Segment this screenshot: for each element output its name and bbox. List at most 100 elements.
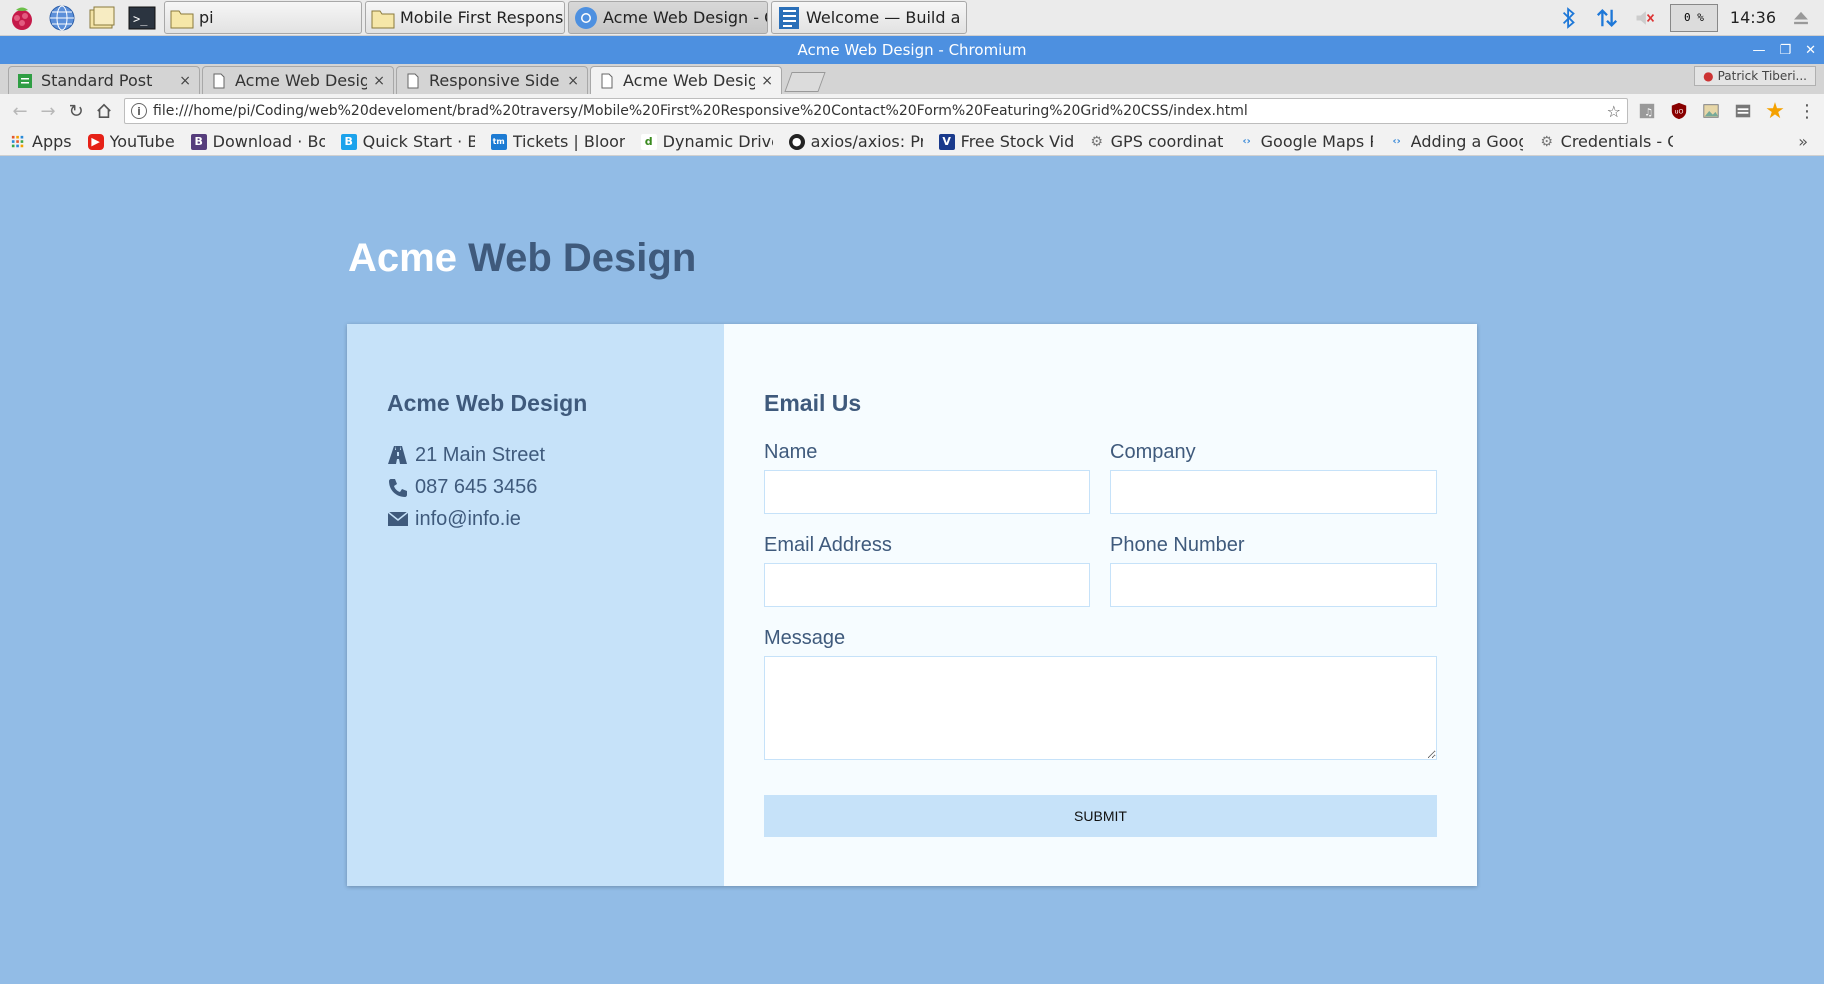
- bookmark-quick-start[interactable]: B Quick Start · Bo: [340, 132, 475, 151]
- terminal-launcher-icon[interactable]: >_: [124, 2, 160, 34]
- tab-strip: Standard Post × Acme Web Design × Respon…: [0, 64, 1824, 94]
- tab-standard-post[interactable]: Standard Post ×: [8, 66, 200, 94]
- page-title: Acme Web Design: [348, 236, 696, 281]
- name-input[interactable]: [764, 470, 1090, 514]
- tab-close-icon[interactable]: ×: [179, 73, 191, 89]
- clock[interactable]: 14:36: [1730, 8, 1776, 27]
- company-field: Company: [1110, 441, 1437, 514]
- raspberry-menu-icon[interactable]: [4, 2, 40, 34]
- site-info-icon[interactable]: i: [131, 103, 147, 119]
- document-icon: [213, 73, 225, 88]
- file-manager-launcher-icon[interactable]: [84, 2, 120, 34]
- email-line: info@info.ie: [387, 503, 684, 535]
- company-title: Acme Web Design: [387, 390, 588, 416]
- text-editor-icon: [779, 6, 799, 29]
- bookmark-tickets[interactable]: tm Tickets | Bloom: [490, 132, 625, 151]
- extension-music-icon[interactable]: ♫: [1634, 98, 1660, 124]
- bluetooth-icon[interactable]: [1556, 5, 1582, 31]
- taskbar-task-pi[interactable]: pi: [164, 1, 362, 34]
- bookmark-apps[interactable]: Apps: [10, 132, 72, 151]
- tab-close-icon[interactable]: ×: [567, 73, 579, 89]
- youtube-icon: ▶: [87, 133, 104, 150]
- bookmarks-overflow-icon[interactable]: »: [1798, 132, 1808, 151]
- reader-extension-icon[interactable]: [1730, 98, 1756, 124]
- bookmark-dynamic-drive[interactable]: d Dynamic Drive-: [640, 132, 773, 151]
- bookmark-google-maps[interactable]: ‹› Google Maps Pl: [1239, 132, 1373, 151]
- new-tab-button[interactable]: [784, 72, 826, 92]
- tab-acme-web-design-active[interactable]: Acme Web Design ×: [590, 66, 782, 94]
- star-extension-icon[interactable]: ★: [1762, 98, 1788, 124]
- home-icon[interactable]: [90, 97, 118, 125]
- forward-arrow-icon[interactable]: →: [34, 97, 62, 125]
- bootstrap-icon: B: [190, 133, 207, 150]
- address-text: 21 Main Street: [415, 443, 546, 466]
- name-field: Name: [764, 441, 1090, 514]
- taskbar-task-editor[interactable]: Welcome — Build a R...: [771, 1, 967, 34]
- dd-icon: d: [640, 133, 657, 150]
- message-field: Message: [764, 627, 1437, 765]
- bookmark-star-icon[interactable]: ☆: [1607, 102, 1621, 121]
- document-icon: [407, 73, 419, 88]
- bookmarks-bar: Apps ▶ YouTube B Download · Boo B Quick …: [0, 128, 1824, 156]
- tab-responsive-side[interactable]: Responsive Side M ×: [396, 66, 588, 94]
- message-label: Message: [764, 627, 846, 649]
- bookmark-axios[interactable]: ● axios/axios: Pro: [788, 132, 923, 151]
- bookmark-gps-coordinates[interactable]: ⚙ GPS coordinate: [1089, 132, 1222, 151]
- tab-close-icon[interactable]: ×: [761, 73, 773, 89]
- phone-icon: [389, 479, 407, 497]
- name-label: Name: [764, 441, 818, 463]
- taskbar: >_ pi Mobile First Responsi... Acme Web …: [0, 0, 1824, 36]
- github-icon: ●: [788, 133, 805, 150]
- close-icon[interactable]: ✕: [1805, 43, 1816, 58]
- svg-text:uO: uO: [1675, 109, 1684, 116]
- page-title-web-design: Web Design: [468, 236, 697, 280]
- phone-label: Phone Number: [1110, 534, 1245, 556]
- email-text: info@info.ie: [415, 507, 521, 530]
- folder-icon: [170, 10, 194, 28]
- page-title-acme: Acme: [348, 236, 457, 280]
- phone-text: 087 645 3456: [415, 475, 538, 498]
- network-icon[interactable]: [1594, 5, 1620, 31]
- bookmark-credentials[interactable]: ⚙ Credentials - Ga: [1539, 132, 1672, 151]
- menu-kebab-icon[interactable]: ⋮: [1794, 98, 1820, 124]
- bookmark-adding-google[interactable]: ‹› Adding a Googl: [1389, 132, 1523, 151]
- email-form-panel: Email Us Name Company Email Address Phon…: [724, 324, 1477, 886]
- submit-button[interactable]: SUBMIT: [764, 795, 1437, 837]
- tab-close-icon[interactable]: ×: [373, 73, 385, 89]
- company-input[interactable]: [1110, 470, 1437, 514]
- image-extension-icon[interactable]: [1698, 98, 1724, 124]
- system-tray: 0 % 14:36: [1556, 3, 1820, 32]
- contact-form: Name Company Email Address Phone Number …: [764, 441, 1437, 837]
- phone-input[interactable]: [1110, 563, 1437, 607]
- eject-icon[interactable]: [1788, 5, 1814, 31]
- reload-icon[interactable]: ↻: [62, 97, 90, 125]
- code-icon: ‹›: [1242, 136, 1251, 147]
- minimize-icon[interactable]: —: [1752, 43, 1765, 58]
- company-info-panel: Acme Web Design 21 Main Street 087 645 3…: [347, 324, 724, 886]
- address-bar[interactable]: i file:///home/pi/Coding/web%20develomen…: [124, 98, 1628, 124]
- ublock-icon[interactable]: uO: [1666, 98, 1692, 124]
- web-browser-launcher-icon[interactable]: [44, 2, 80, 34]
- browser-toolbar: ← → ↻ i file:///home/pi/Coding/web%20dev…: [0, 94, 1824, 128]
- gear-icon: ⚙: [1090, 133, 1103, 150]
- bookmark-free-stock-video[interactable]: V Free Stock Vide: [938, 132, 1073, 151]
- bookmark-download-bootstrap[interactable]: B Download · Boo: [190, 132, 325, 151]
- email-input[interactable]: [764, 563, 1090, 607]
- maximize-icon[interactable]: ❐: [1779, 43, 1791, 58]
- form-title: Email Us: [764, 390, 862, 416]
- taskbar-task-chromium[interactable]: Acme Web Design - C...: [568, 1, 768, 34]
- cpu-monitor[interactable]: 0 %: [1669, 3, 1718, 32]
- road-icon: [388, 446, 407, 464]
- svg-text:>_: >_: [133, 12, 148, 26]
- tab-acme-web-design-1[interactable]: Acme Web Design ×: [202, 66, 394, 94]
- bookmark-youtube[interactable]: ▶ YouTube: [87, 132, 175, 151]
- contact-card: Acme Web Design 21 Main Street 087 645 3…: [347, 324, 1477, 886]
- taskbar-task-folder[interactable]: Mobile First Responsi...: [365, 1, 565, 34]
- back-arrow-icon[interactable]: ←: [6, 97, 34, 125]
- volume-muted-icon[interactable]: [1632, 5, 1658, 31]
- phone-field: Phone Number: [1110, 534, 1437, 607]
- window-title-bar[interactable]: Acme Web Design - Chromium — ❐ ✕: [0, 36, 1824, 64]
- message-textarea[interactable]: [764, 656, 1437, 760]
- window-title: Acme Web Design - Chromium: [797, 41, 1027, 59]
- profile-button[interactable]: ● Patrick Tiberi...: [1694, 66, 1816, 86]
